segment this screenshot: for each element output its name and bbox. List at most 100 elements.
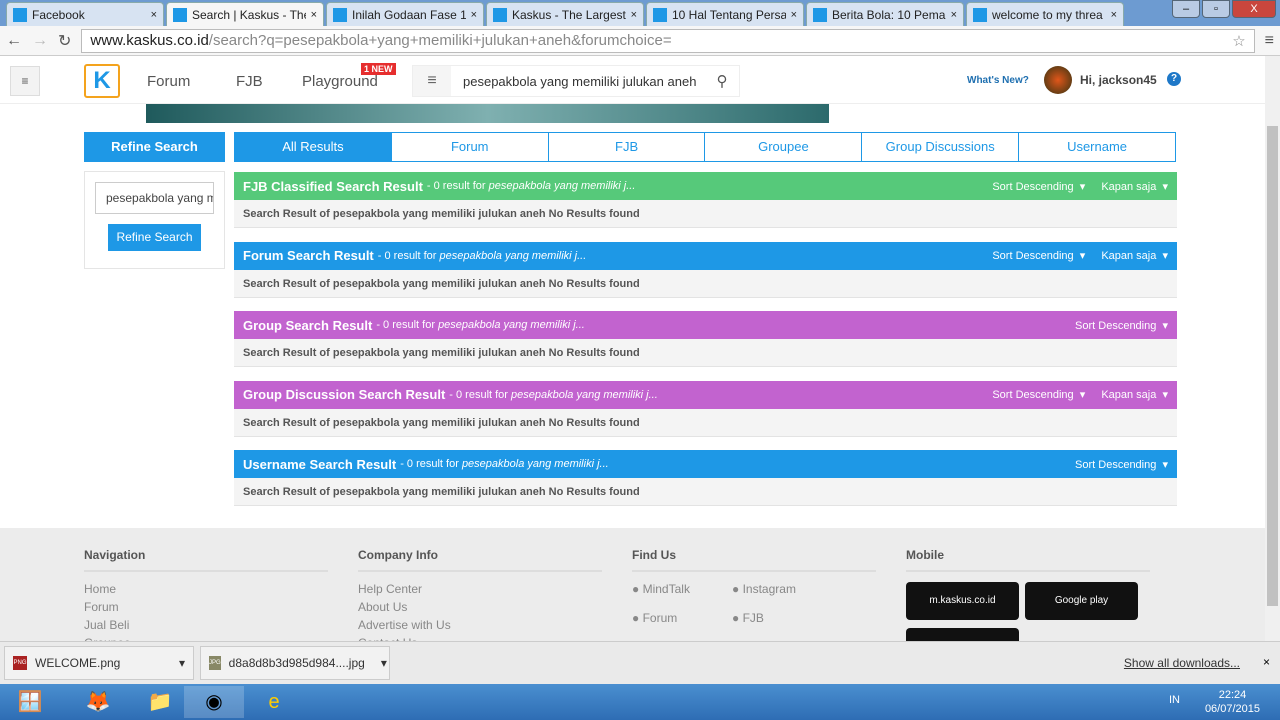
footer-link[interactable]: Home (84, 582, 328, 600)
section-title: Group Discussion Search Result (243, 387, 446, 402)
menu-icon[interactable]: ≡ (10, 66, 40, 96)
sort-dropdown[interactable]: Sort Descending ▾ (1075, 319, 1168, 332)
result-tab[interactable]: Group Discussions (861, 133, 1018, 161)
result-count: - 0 result for pesepakbola yang memiliki… (376, 319, 585, 331)
query-text: pesepakbola yang memiliki j... (439, 249, 587, 262)
footer-link[interactable]: Forum (84, 600, 328, 618)
close-icon[interactable]: × (1263, 655, 1270, 669)
time-dropdown[interactable]: Kapan saja ▾ (1101, 180, 1168, 193)
google-icon (973, 7, 987, 22)
section-title: FJB Classified Search Result (243, 178, 423, 194)
browser-tab[interactable]: Inilah Godaan Fase 1 × (326, 2, 484, 26)
app-badge[interactable]: Download on the (906, 628, 1019, 641)
close-tab-icon[interactable]: × (471, 9, 477, 21)
nav-forum[interactable]: Forum (147, 73, 190, 90)
reload-icon[interactable]: ↻ (58, 31, 71, 51)
sort-dropdown[interactable]: Sort Descending ▾ (992, 249, 1085, 262)
browser-tab[interactable]: Search | Kaskus - The × (166, 2, 324, 26)
sort-dropdown[interactable]: Sort Descending ▾ (1075, 458, 1168, 471)
menu-icon[interactable]: ≡ (1265, 32, 1274, 50)
footer-link[interactable]: Jual Beli (84, 618, 328, 636)
clock[interactable]: 22:24 06/07/2015 (1205, 688, 1260, 716)
search-result-section: Username Search Result - 0 result for pes… (234, 450, 1177, 506)
close-tab-icon[interactable]: × (631, 9, 637, 21)
time-dropdown[interactable]: Kapan saja ▾ (1101, 249, 1168, 262)
scrollbar[interactable] (1265, 56, 1280, 641)
social-link[interactable]: ● Forum (632, 611, 732, 640)
refine-search-title: Refine Search (84, 132, 225, 162)
download-filename: WELCOME.png (35, 656, 121, 670)
app-badge[interactable]: m.kaskus.co.id (906, 582, 1019, 620)
scrollbar-thumb[interactable] (1267, 126, 1278, 606)
result-tab[interactable]: Forum (390, 133, 548, 161)
browser-tab[interactable]: Berita Bola: 10 Pemai × (806, 2, 964, 26)
tab-title: welcome to my threa (992, 7, 1103, 22)
language-indicator[interactable]: IN (1169, 694, 1180, 706)
search-icon[interactable]: ⚲ (705, 72, 739, 90)
explorer-icon[interactable]: 📁 (130, 686, 190, 718)
start-button[interactable]: 🪟 (0, 686, 60, 718)
time-dropdown[interactable]: Kapan saja ▾ (1101, 388, 1168, 401)
result-tab[interactable]: Username (1018, 133, 1175, 161)
chevron-down-icon[interactable]: ▾ (179, 656, 185, 670)
chevron-down-icon[interactable]: ▾ (381, 656, 387, 670)
whats-new-link[interactable]: What's New? (967, 75, 1029, 86)
bookmark-star-icon[interactable]: ☆ (1232, 32, 1245, 50)
tab-title: Inilah Godaan Fase 1 (352, 7, 466, 22)
footer-link[interactable]: About Us (358, 600, 602, 618)
footer-mobile: Mobile m.kaskus.co.idGoogle play Download … (906, 548, 1150, 641)
browser-tab[interactable]: welcome to my threa × (966, 2, 1124, 26)
count-text: - 0 result for (377, 249, 437, 262)
footer-navigation: NavigationHomeForumJual BeliGroupee (84, 548, 328, 641)
maximize-button[interactable]: ▫ (1202, 0, 1230, 18)
section-title: Forum Search Result (243, 248, 374, 263)
download-item[interactable]: JPG d8a8d8b3d985d984....jpg ▾ (200, 646, 390, 680)
close-tab-icon[interactable]: × (791, 9, 797, 21)
firefox-icon[interactable]: 🦊 (68, 686, 128, 718)
back-icon[interactable]: ← (6, 32, 22, 50)
result-count: - 0 result for pesepakbola yang memiliki… (449, 389, 658, 401)
result-tab[interactable]: FJB (547, 133, 705, 161)
minimize-button[interactable]: – (1172, 0, 1200, 18)
user-greeting[interactable]: Hi, jackson45 (1080, 73, 1157, 87)
sort-dropdown[interactable]: Sort Descending ▾ (992, 388, 1085, 401)
browser-tab[interactable]: Facebook × (6, 2, 164, 26)
sort-label: Sort Descending (992, 250, 1074, 262)
close-window-button[interactable]: X (1232, 0, 1276, 18)
show-all-downloads-link[interactable]: Show all downloads... (1124, 656, 1240, 670)
refine-search-button[interactable]: Refine Search (108, 224, 201, 251)
search-input[interactable]: pesepakbola yang memiliki julukan aneh (451, 74, 705, 89)
nav-playground[interactable]: Playground (302, 73, 378, 90)
count-text: - 0 result for (449, 388, 508, 401)
avatar[interactable] (1044, 66, 1072, 94)
forward-icon[interactable]: → (32, 32, 48, 50)
help-icon[interactable]: ? (1167, 72, 1181, 86)
social-link[interactable]: ● MindTalk (632, 582, 732, 611)
download-item[interactable]: PNG WELCOME.png ▾ (4, 646, 194, 680)
browser-tab[interactable]: Kaskus - The Largest × (486, 2, 644, 26)
close-tab-icon[interactable]: × (151, 9, 157, 21)
footer-link[interactable]: Help Center (358, 582, 602, 600)
chrome-icon[interactable]: ◉ (184, 686, 244, 718)
refine-search-input[interactable]: pesepakbola yang memiliki julukan aneh (95, 182, 214, 214)
close-tab-icon[interactable]: × (951, 9, 957, 21)
close-tab-icon[interactable]: × (1111, 9, 1117, 21)
close-tab-icon[interactable]: × (311, 9, 317, 21)
result-tab[interactable]: All Results (235, 133, 391, 161)
footer-link[interactable]: Advertise with Us (358, 618, 602, 636)
category-menu-icon[interactable]: ≡ (413, 66, 451, 96)
sort-dropdown[interactable]: Sort Descending ▾ (992, 180, 1085, 193)
result-tab[interactable]: Groupee (704, 133, 861, 161)
section-header: Forum Search Result - 0 result for pesepa… (234, 241, 1177, 270)
section-header: Group Search Result - 0 result for pesepa… (234, 311, 1177, 339)
social-link[interactable]: ● FJB (732, 611, 832, 640)
nav-fjb[interactable]: FJB (236, 73, 263, 90)
facebook-icon (13, 7, 27, 22)
social-link[interactable]: ● Instagram (732, 582, 832, 611)
browser-tab[interactable]: 10 Hal Tentang Persa × (646, 2, 804, 26)
kaskus-logo[interactable]: K (84, 64, 120, 98)
url-input[interactable]: www.kaskus.co.id/search?q=pesepakbola+ya… (81, 28, 1255, 53)
ie-icon[interactable]: e (244, 686, 304, 718)
footer-heading: Navigation (84, 548, 328, 572)
app-badge[interactable]: Google play (1025, 582, 1138, 620)
